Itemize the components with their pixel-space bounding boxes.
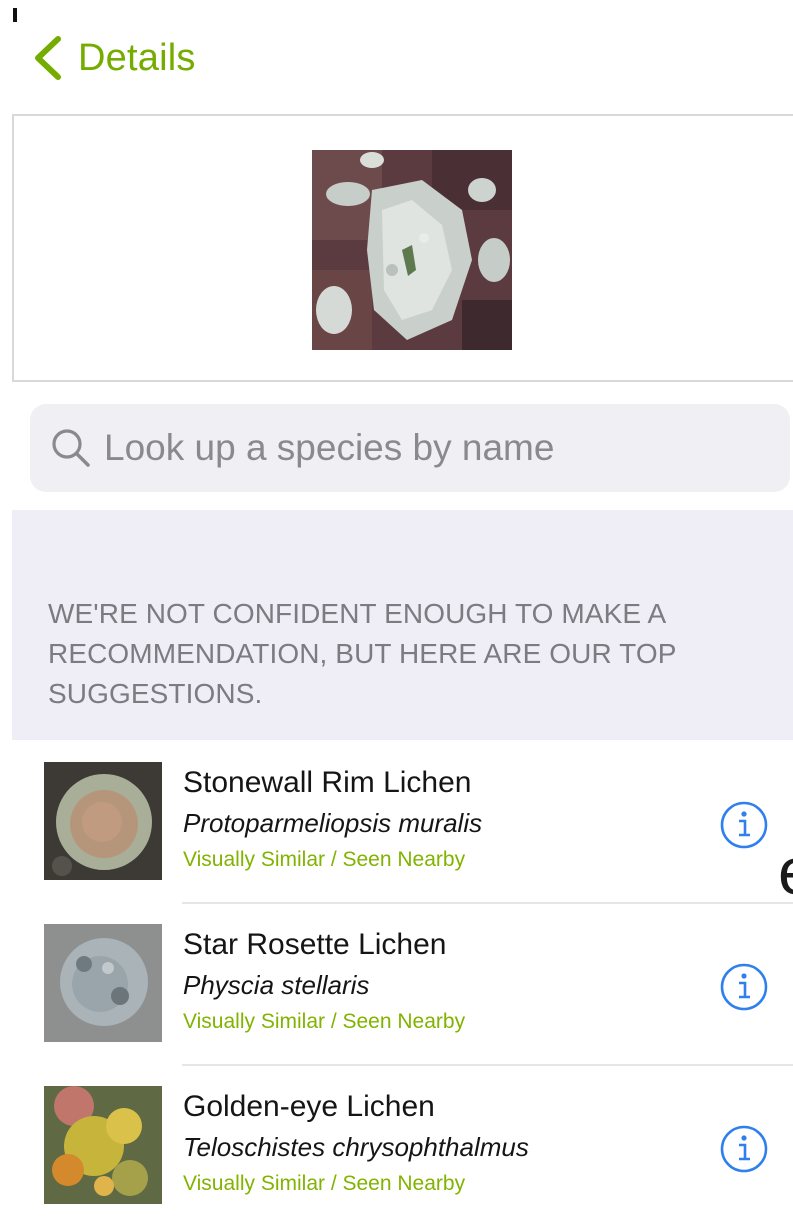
chevron-left-icon	[35, 36, 61, 80]
navigation-bar: Details	[0, 0, 793, 110]
info-circle-icon	[720, 1125, 768, 1173]
search-icon	[52, 429, 90, 467]
edge-text-fragment: e	[778, 838, 793, 904]
back-button[interactable]: Details	[28, 26, 196, 90]
species-thumbnail	[44, 924, 162, 1042]
suggestion-row[interactable]: Star Rosette Lichen Physcia stellaris Vi…	[12, 902, 793, 1064]
info-circle-icon	[720, 801, 768, 849]
suggestions-notice-text: We're not confident enough to make a rec…	[48, 598, 676, 709]
species-search-input[interactable]	[104, 427, 764, 469]
observation-photo-card	[12, 114, 793, 382]
suggestion-scientific-name: Physcia stellaris	[183, 970, 370, 1000]
suggestion-tag: Visually Similar / Seen Nearby	[183, 1172, 466, 1195]
species-search-box[interactable]	[30, 404, 790, 492]
species-thumbnail	[44, 1086, 162, 1204]
species-info-button[interactable]	[719, 962, 769, 1012]
suggestion-row[interactable]: Stonewall Rim Lichen Protoparmeliopsis m…	[12, 740, 793, 902]
suggestion-tag: Visually Similar / Seen Nearby	[183, 1010, 466, 1033]
suggestions-notice: We're not confident enough to make a rec…	[12, 510, 793, 740]
suggestion-common-name: Stonewall Rim Lichen	[183, 766, 472, 799]
suggestions-list: Stonewall Rim Lichen Protoparmeliopsis m…	[12, 740, 793, 1226]
species-info-button[interactable]	[719, 800, 769, 850]
observation-photo[interactable]	[312, 150, 512, 350]
species-info-button[interactable]	[719, 1124, 769, 1174]
info-circle-icon	[720, 963, 768, 1011]
suggestion-tag: Visually Similar / Seen Nearby	[183, 848, 466, 871]
suggestion-scientific-name: Protoparmeliopsis muralis	[183, 808, 483, 838]
suggestion-scientific-name: Teloschistes chrysophthalmus	[183, 1132, 529, 1162]
corner-mark	[13, 8, 17, 22]
back-button-label: Details	[78, 36, 196, 79]
suggestion-row[interactable]: Golden-eye Lichen Teloschistes chrysopht…	[12, 1064, 793, 1226]
suggestion-common-name: Golden-eye Lichen	[183, 1090, 435, 1123]
suggestion-common-name: Star Rosette Lichen	[183, 928, 447, 961]
species-thumbnail	[44, 762, 162, 880]
